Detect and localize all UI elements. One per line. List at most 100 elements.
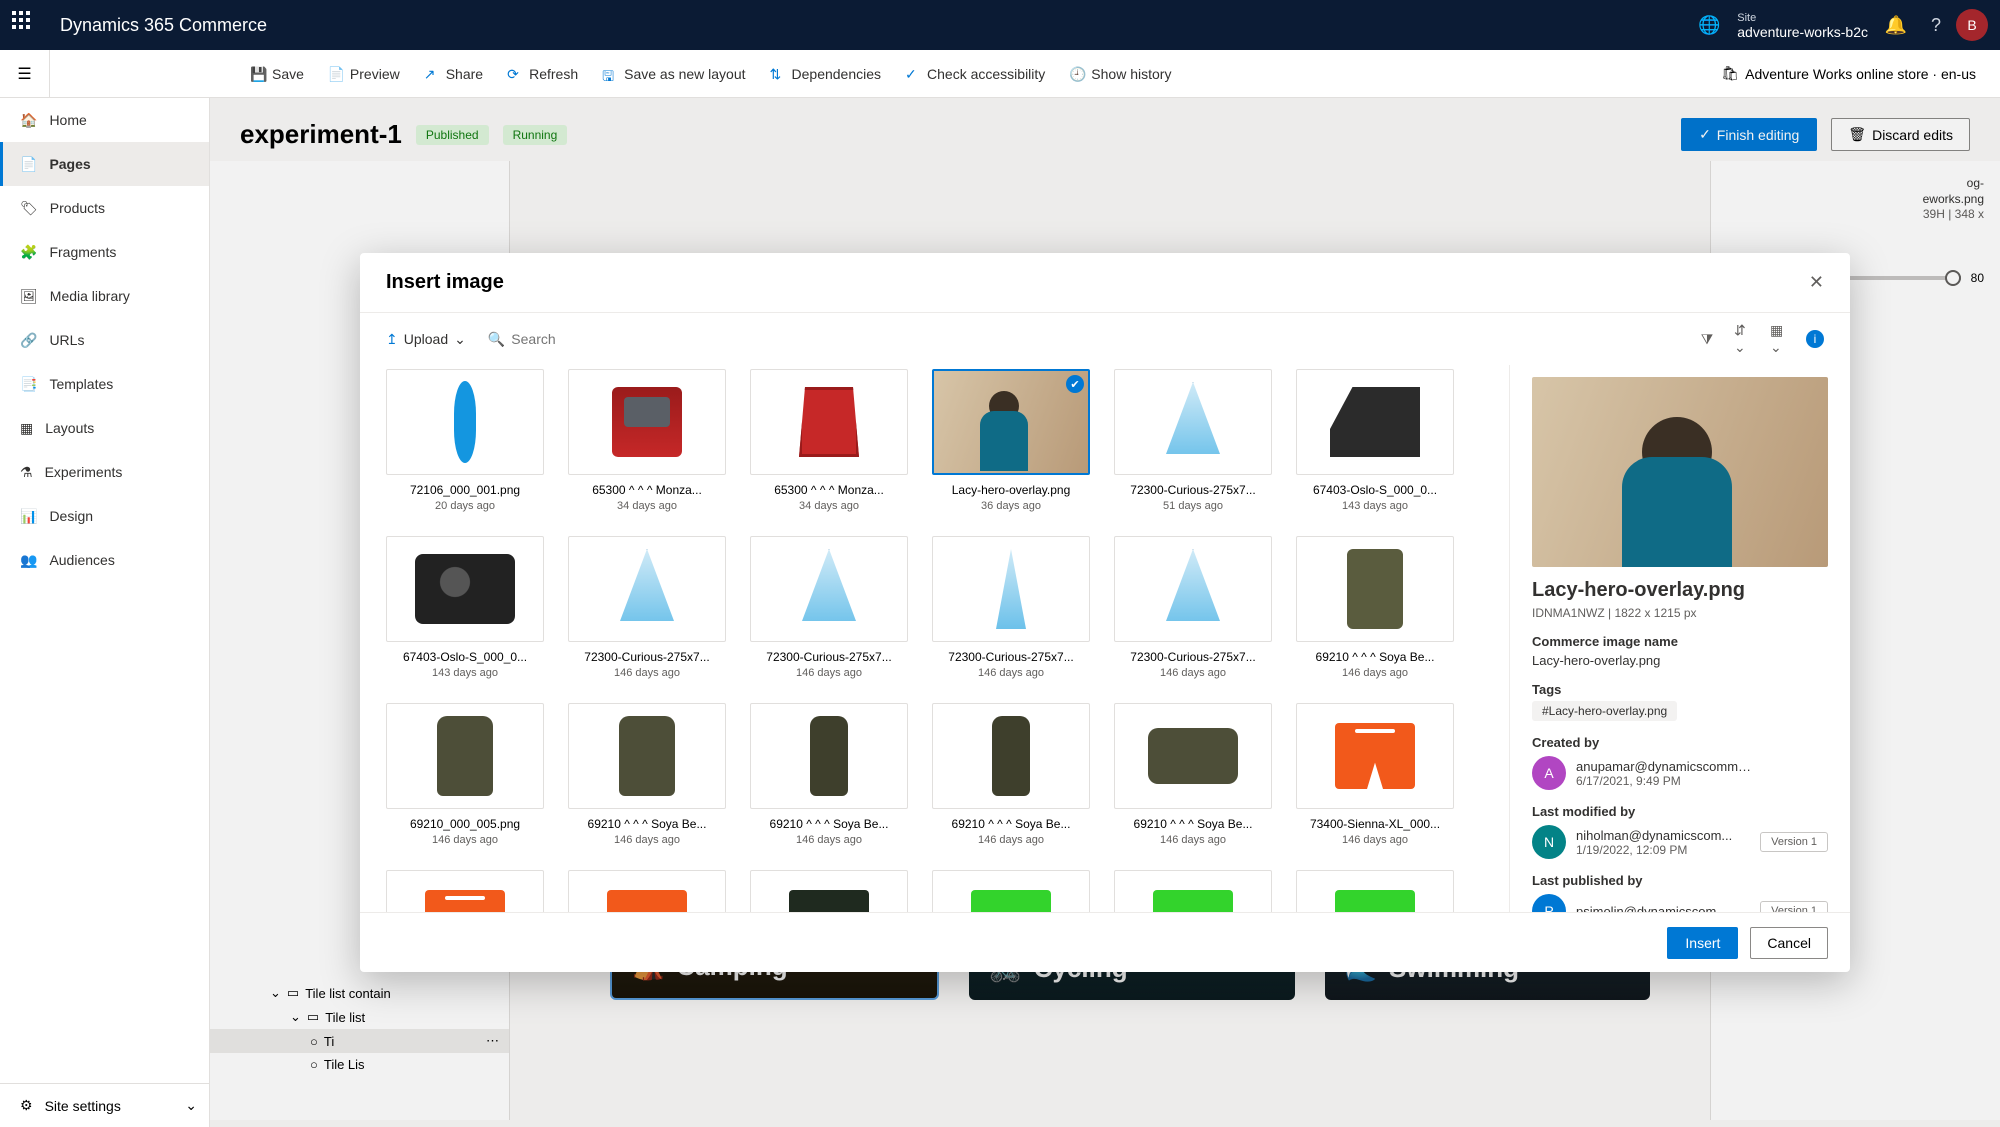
user-avatar[interactable]: B [1956,9,1988,41]
asset-card[interactable]: ✔67403-Oslo-S_000_0...143 days ago [386,536,544,679]
nav-experiments[interactable]: ⚗Experiments [0,450,209,494]
asset-card[interactable]: ✔69210 ^ ^ ^ Soya Be...146 days ago [1114,703,1272,846]
asset-filename: 72300-Curious-275x7... [1114,650,1272,664]
asset-age: 51 days ago [1114,500,1272,512]
info-icon[interactable]: i [1806,330,1824,348]
save-button[interactable]: 💾Save [250,66,304,82]
dialog-close-icon[interactable]: ✕ [1809,272,1824,293]
sort-icon[interactable]: ⇵ ⌄ [1734,330,1752,348]
main-content: experiment-1 Published Running ✓Finish e… [210,98,2000,1127]
label-modified-by: Last modified by [1532,804,1828,819]
asset-card[interactable]: ✔69210 ^ ^ ^ Soya Be...146 days ago [932,703,1090,846]
asset-filename: 69210 ^ ^ ^ Soya Be... [1114,817,1272,831]
nav-products[interactable]: 🏷Products [0,186,209,230]
store-indicator[interactable]: 🛍Adventure Works online store · en-us [1721,65,1976,82]
nav-templates[interactable]: 📑Templates [0,362,209,406]
nav-pages[interactable]: 📄Pages [0,142,209,186]
asset-card[interactable]: ✔73400-Sienna-XL_000...146 days ago [1296,703,1454,846]
accessibility-button[interactable]: ✓Check accessibility [905,66,1045,82]
label-published-by: Last published by [1532,873,1828,888]
site-picker[interactable]: Site adventure-works-b2c [1737,11,1868,39]
search-input[interactable]: 🔍 [488,331,692,348]
asset-age: 146 days ago [386,834,544,846]
asset-card[interactable]: ✔ [932,870,1090,912]
nav-home[interactable]: 🏠Home [0,98,209,142]
version-badge-published: Version 1 [1760,901,1828,912]
asset-card[interactable]: ✔72300-Curious-275x7...146 days ago [1114,536,1272,679]
nav-fragments[interactable]: 🧩Fragments [0,230,209,274]
asset-age: 146 days ago [1114,834,1272,846]
asset-filename: 69210 ^ ^ ^ Soya Be... [750,817,908,831]
history-button[interactable]: 🕘Show history [1069,66,1171,82]
nav-media[interactable]: 🖼Media library [0,274,209,318]
save-layout-button[interactable]: 🖫Save as new layout [602,66,745,82]
product-name: Dynamics 365 Commerce [60,15,267,36]
asset-card[interactable]: ✔72300-Curious-275x7...146 days ago [750,536,908,679]
nav-layouts[interactable]: ▦Layouts [0,406,209,450]
view-grid-icon[interactable]: ▦ ⌄ [1770,330,1788,348]
filter-icon[interactable]: ⧩ [1698,330,1716,348]
avatar-modifier: N [1532,825,1566,859]
asset-filename: 67403-Oslo-S_000_0... [1296,483,1454,497]
asset-card[interactable]: ✔ [386,870,544,912]
asset-card[interactable]: ✔72300-Curious-275x7...146 days ago [568,536,726,679]
command-bar: ☰ 💾Save 📄Preview ↗Share ⟳Refresh 🖫Save a… [0,50,2000,98]
notifications-icon[interactable]: 🔔 [1876,5,1916,45]
asset-card[interactable]: ✔ [750,870,908,912]
asset-card[interactable]: ✔65300 ^ ^ ^ Monza...34 days ago [568,369,726,512]
label-commerce-name: Commerce image name [1532,634,1828,649]
left-nav: 🏠Home 📄Pages 🏷Products 🧩Fragments 🖼Media… [0,98,210,1127]
share-button[interactable]: ↗Share [424,66,483,82]
label-tags: Tags [1532,682,1828,697]
app-launcher-icon[interactable] [12,11,40,39]
asset-filename: 72300-Curious-275x7... [1114,483,1272,497]
asset-age: 143 days ago [386,667,544,679]
globe-icon[interactable]: 🌐 [1689,5,1729,45]
asset-age: 146 days ago [568,834,726,846]
asset-age: 146 days ago [1296,834,1454,846]
asset-age: 146 days ago [1114,667,1272,679]
asset-filename: Lacy-hero-overlay.png [932,483,1090,497]
asset-card[interactable]: ✔ [1114,870,1272,912]
asset-preview [1532,377,1828,567]
asset-card[interactable]: ✔ [1296,870,1454,912]
asset-card[interactable]: ✔69210_000_005.png146 days ago [386,703,544,846]
asset-card[interactable]: ✔72300-Curious-275x7...146 days ago [932,536,1090,679]
nav-urls[interactable]: 🔗URLs [0,318,209,362]
asset-age: 20 days ago [386,500,544,512]
asset-card[interactable]: ✔69210 ^ ^ ^ Soya Be...146 days ago [750,703,908,846]
asset-card[interactable]: ✔72106_000_001.png20 days ago [386,369,544,512]
insert-button[interactable]: Insert [1667,927,1738,959]
asset-filename: 67403-Oslo-S_000_0... [386,650,544,664]
asset-age: 146 days ago [1296,667,1454,679]
refresh-button[interactable]: ⟳Refresh [507,66,578,82]
asset-card[interactable]: ✔65300 ^ ^ ^ Monza...34 days ago [750,369,908,512]
asset-card[interactable]: ✔72300-Curious-275x7...51 days ago [1114,369,1272,512]
preview-button[interactable]: 📄Preview [328,66,400,82]
asset-filename: 69210_000_005.png [386,817,544,831]
asset-age: 34 days ago [750,500,908,512]
asset-card[interactable]: ✔69210 ^ ^ ^ Soya Be...146 days ago [1296,536,1454,679]
asset-age: 36 days ago [932,500,1090,512]
asset-filename: 73400-Sienna-XL_000... [1296,817,1454,831]
asset-card[interactable]: ✔67403-Oslo-S_000_0...143 days ago [1296,369,1454,512]
cancel-button[interactable]: Cancel [1750,927,1828,959]
dependencies-button[interactable]: ⇅Dependencies [770,66,882,82]
upload-button[interactable]: ↥Upload⌄ [386,331,466,348]
nav-audiences[interactable]: 👥Audiences [0,538,209,582]
asset-age: 34 days ago [568,500,726,512]
nav-design[interactable]: 📊Design [0,494,209,538]
asset-card[interactable]: ✔Lacy-hero-overlay.png36 days ago [932,369,1090,512]
nav-site-settings[interactable]: ⚙Site settings⌄ [0,1083,209,1127]
nav-toggle[interactable]: ☰ [0,50,50,97]
asset-age: 146 days ago [568,667,726,679]
asset-card[interactable]: ✔69210 ^ ^ ^ Soya Be...146 days ago [568,703,726,846]
asset-filename: 69210 ^ ^ ^ Soya Be... [932,817,1090,831]
asset-filename: 65300 ^ ^ ^ Monza... [750,483,908,497]
insert-image-dialog: Insert image ✕ ↥Upload⌄ 🔍 ⧩ ⇵ ⌄ ▦ ⌄ i ✔7… [360,253,1850,972]
help-icon[interactable]: ? [1916,5,1956,45]
asset-age: 146 days ago [750,667,908,679]
asset-details-panel: Lacy-hero-overlay.png IDNMA1NWZ | 1822 x… [1510,365,1850,912]
tag-chip[interactable]: #Lacy-hero-overlay.png [1532,701,1677,721]
asset-card[interactable]: ✔ [568,870,726,912]
